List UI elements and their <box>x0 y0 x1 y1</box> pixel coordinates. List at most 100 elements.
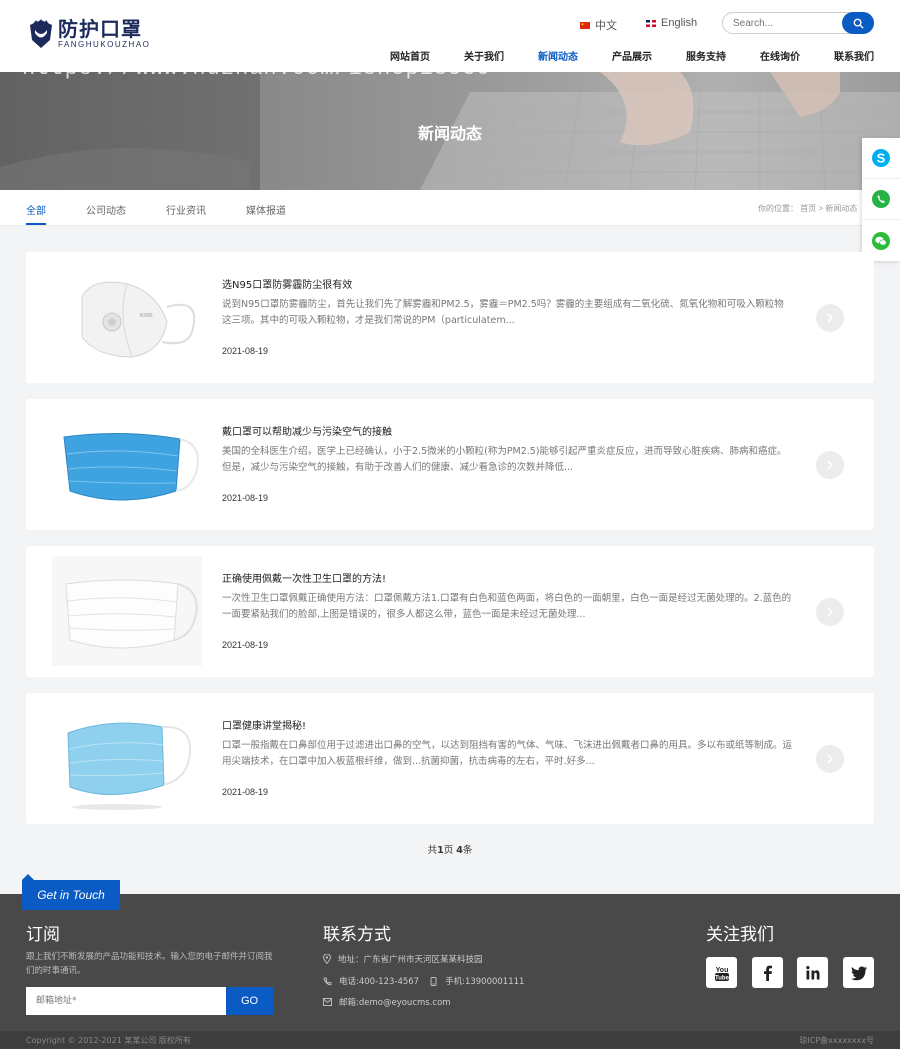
read-more-button[interactable] <box>816 304 844 332</box>
article-summary: 说到N95口罩防雾霾防尘，首先让我们先了解雾霾和PM2.5，雾霾＝PM2.5吗？… <box>222 299 784 326</box>
article-summary: 美国的全科医生介绍，医学上已经确认，小于2.5微米的小颗粒(称为PM2.5)能够… <box>222 446 787 473</box>
nav-inquiry[interactable]: 在线询价 <box>760 48 800 63</box>
banner-title: 新闻动态 <box>417 124 482 143</box>
pager-pages: 1 <box>437 845 444 856</box>
article-title[interactable]: 戴口罩可以帮助减少与污染空气的接触 <box>222 423 392 438</box>
nav-products[interactable]: 产品展示 <box>612 48 652 63</box>
svg-text:Tube: Tube <box>715 975 730 981</box>
nav-service[interactable]: 服务支持 <box>686 48 726 63</box>
mobile-text: 手机:13900001111 <box>445 977 525 987</box>
pager-mid: 页 <box>443 845 457 856</box>
facebook-icon <box>763 965 772 981</box>
whatsapp-icon <box>872 190 890 208</box>
article-card[interactable]: 戴口罩可以帮助减少与污染空气的接触 美国的全科医生介绍，医学上已经确认，小于2.… <box>26 399 874 530</box>
phone-icon <box>323 977 332 985</box>
read-more-button[interactable] <box>816 598 844 626</box>
contact-heading: 联系方式 <box>323 925 391 945</box>
email-text: 邮箱:demo@eyoucms.com <box>339 998 451 1008</box>
facebook-button[interactable] <box>752 957 783 988</box>
logo-title: 防护口罩 <box>58 17 142 41</box>
article-date: 2021-08-19 <box>222 787 269 797</box>
article-summary: 口罩一般指戴在口鼻部位用于过滤进出口鼻的空气，以达到阻挡有害的气体、气味、飞沫进… <box>222 740 793 767</box>
article-title[interactable]: 口罩健康讲堂揭秘! <box>222 717 306 732</box>
lang-english-label: English <box>661 17 698 29</box>
chevron-right-icon <box>827 607 834 617</box>
skype-button[interactable]: S <box>862 138 900 179</box>
skype-icon: S <box>872 149 890 167</box>
twitter-button[interactable] <box>843 957 874 988</box>
svg-text:S: S <box>877 151 886 166</box>
get-in-touch-tag: Get in Touch <box>22 880 120 910</box>
wechat-icon <box>872 231 890 250</box>
logo-subtitle: FANGHUKOUZHAO <box>58 40 151 49</box>
icp-license-link[interactable]: 琼ICP备xxxxxxxx号 <box>799 1035 874 1046</box>
n95-mask-image: KN95 <box>81 281 196 358</box>
blue-surgical-mask-image <box>63 432 199 501</box>
read-more-button[interactable] <box>816 451 844 479</box>
lang-chinese[interactable]: 中文 <box>580 17 617 33</box>
site-header: 防护口罩 FANGHUKOUZHAO 中文 English 网站首页 关于我们 … <box>0 0 900 72</box>
china-flag-icon <box>580 21 590 29</box>
subscribe-button[interactable]: GO <box>226 987 273 1015</box>
pagination-info: 共1页 4条 <box>0 842 900 856</box>
youtube-icon: YouTube <box>714 967 730 981</box>
tab-all[interactable]: 全部 <box>26 202 46 217</box>
nav-home[interactable]: 网站首页 <box>390 48 430 63</box>
nav-news[interactable]: 新闻动态 <box>538 48 578 63</box>
active-tab-indicator <box>26 223 46 225</box>
youtube-button[interactable]: You Tube <box>706 957 737 988</box>
search-input[interactable] <box>733 16 838 30</box>
email-field[interactable] <box>36 989 226 1013</box>
tab-industry-news[interactable]: 行业资讯 <box>166 202 206 217</box>
light-blue-mask-image <box>67 722 192 810</box>
tab-company-news[interactable]: 公司动态 <box>86 202 126 217</box>
article-card[interactable]: 口罩健康讲堂揭秘! 口罩一般指戴在口鼻部位用于过滤进出口鼻的空气，以达到阻挡有害… <box>26 693 874 824</box>
article-summary: 一次性卫生口罩佩戴正确使用方法：口罩佩戴方法1.口罩有白色和蓝色两面，将白色的一… <box>222 593 792 620</box>
search-button[interactable] <box>842 12 874 34</box>
article-card[interactable]: 正确使用佩戴一次性卫生口罩的方法! 一次性卫生口罩佩戴正确使用方法：口罩佩戴方法… <box>26 546 874 677</box>
category-tabs: 全部 公司动态 行业资讯 媒体报道 你的位置： 首页 > 新闻动态 <box>0 190 900 226</box>
mobile-icon <box>430 976 437 986</box>
lang-chinese-label: 中文 <box>595 20 617 32</box>
svg-text:KN95: KN95 <box>140 313 153 319</box>
whatsapp-button[interactable] <box>862 179 900 220</box>
floating-contact-bar: S <box>862 138 900 261</box>
page-banner: https://www.huzhan.com/ishop18530 新闻动态 <box>0 72 900 190</box>
lang-english[interactable]: English <box>646 17 697 29</box>
shield-logo-icon <box>30 19 52 48</box>
copyright-text: Copyright © 2012-2021 某某公司 版权所有 <box>26 1036 191 1045</box>
nav-contact[interactable]: 联系我们 <box>834 48 874 63</box>
tab-media[interactable]: 媒体报道 <box>246 202 286 217</box>
twitter-icon <box>850 966 867 980</box>
article-date: 2021-08-19 <box>222 493 269 503</box>
linkedin-icon <box>805 965 819 979</box>
subscribe-description: 跟上我们不断发展的产品功能和技术。输入您的电子邮件并订阅我们的时事通讯。 <box>26 952 273 976</box>
article-card[interactable]: KN95 选N95口罩防雾霾防尘很有效 说到N95口罩防雾霾防尘，首先让我们先了… <box>26 252 874 383</box>
logo[interactable]: 防护口罩 FANGHUKOUZHAO <box>28 18 150 50</box>
article-date: 2021-08-19 <box>222 640 269 650</box>
linkedin-button[interactable] <box>797 957 828 988</box>
read-more-button[interactable] <box>816 745 844 773</box>
phone-text: 电话:400-123-4567 <box>339 977 420 987</box>
chevron-right-icon <box>827 754 834 764</box>
nav-about[interactable]: 关于我们 <box>464 48 504 63</box>
chevron-right-icon <box>827 313 834 323</box>
follow-heading: 关注我们 <box>706 925 774 945</box>
svg-text:You: You <box>715 967 728 974</box>
pager-count: 4 <box>456 845 463 856</box>
article-title[interactable]: 正确使用佩戴一次性卫生口罩的方法! <box>222 570 386 585</box>
article-title[interactable]: 选N95口罩防雾霾防尘很有效 <box>222 276 352 291</box>
contact-phones: 电话:400-123-4567 手机:13900001111 <box>323 975 524 987</box>
email-field-wrap <box>26 987 226 1015</box>
article-date: 2021-08-19 <box>222 346 269 356</box>
pager-prefix: 共 <box>427 845 438 856</box>
uk-flag-icon <box>646 19 656 27</box>
address-text: 地址：广东省广州市天河区某某科技园 <box>338 955 483 965</box>
white-disposable-mask-image <box>52 556 202 666</box>
location-pin-icon <box>323 954 331 964</box>
watermark-url: https://www.huzhan.com/ishop18530 <box>22 72 491 81</box>
search-icon <box>853 18 864 29</box>
contact-address: 地址：广东省广州市天河区某某科技园 <box>323 953 483 965</box>
main-nav: 网站首页 关于我们 新闻动态 产品展示 服务支持 在线询价 联系我们 <box>356 48 874 63</box>
subscribe-heading: 订阅 <box>26 925 60 945</box>
